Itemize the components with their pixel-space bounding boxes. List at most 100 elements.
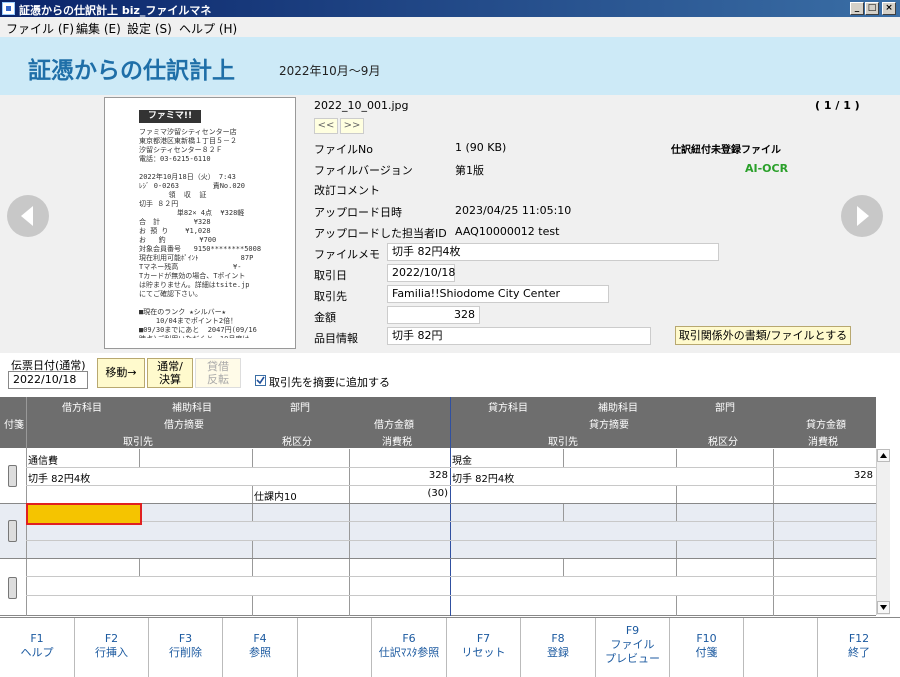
file-memo-label: ファイルメモ xyxy=(314,248,380,261)
window-title: 証憑からの仕訳計上 biz_ファイルマネ xyxy=(19,4,212,17)
arrow-left-icon xyxy=(21,206,33,226)
scroll-down-button[interactable] xyxy=(877,601,890,614)
function-key-bar: F1 ヘルプ F2 行挿入 F3 行削除 F4 参照 F6 仕訳ﾏｽﾀ参照 F7 リセット … xyxy=(0,617,900,677)
debit-tax-amount-cell[interactable]: (30) xyxy=(349,488,448,499)
partner-label: 取引先 xyxy=(314,290,347,303)
credit-tax-class-header: 税区分 xyxy=(708,437,738,448)
move-button[interactable]: 移動→ xyxy=(97,358,145,388)
page-header: 証憑からの仕訳計上 2022年10月～9月 xyxy=(0,37,900,95)
add-partner-label: 取引先を摘要に追加する xyxy=(269,376,390,389)
credit-account-header: 貸方科目 xyxy=(488,403,528,414)
credit-sub-account-header: 補助科目 xyxy=(598,403,638,414)
receipt-text: ファミマ汐留シティセンター店 東京都港区東新橋１丁目５－２ 汐留シティセンター８… xyxy=(139,128,262,338)
next-document-button[interactable] xyxy=(841,195,883,237)
link-status: 仕訳紐付未登録ファイル xyxy=(671,145,781,156)
reverse-entry-line1: 貸借 xyxy=(207,360,229,373)
menu-settings[interactable]: 設定 (S) xyxy=(127,20,172,37)
credit-account-cell[interactable]: 現金 xyxy=(452,452,472,467)
debit-partner-header: 取引先 xyxy=(123,437,153,448)
maximize-button[interactable]: □ xyxy=(865,2,879,15)
reverse-entry-line2: 反転 xyxy=(207,373,229,386)
item-info-label: 品目情報 xyxy=(314,332,358,345)
debit-memo-header: 借方摘要 xyxy=(164,420,204,431)
arrow-right-icon xyxy=(857,206,869,226)
minimize-button[interactable]: _ xyxy=(850,2,864,15)
normal-closing-line2: 決算 xyxy=(159,373,181,386)
f12-exit-button[interactable]: F12 終了 xyxy=(818,618,900,677)
f8-register-button[interactable]: F8 登録 xyxy=(521,618,596,677)
debit-account-cell[interactable]: 通信費 xyxy=(28,452,58,467)
receipt-image[interactable]: ファミマ!! ファミマ汐留シティセンター店 東京都港区東新橋１丁目５－２ 汐留シ… xyxy=(104,97,296,349)
upload-date-value: 2023/04/25 11:05:10 xyxy=(455,204,572,217)
normal-closing-button[interactable]: 通常/ 決算 xyxy=(147,358,193,388)
item-info-field[interactable]: 切手 82円 xyxy=(387,327,651,345)
f10-sticky-button[interactable]: F10 付箋 xyxy=(670,618,744,677)
ai-ocr-badge: AI-OCR xyxy=(745,162,789,175)
debit-account-header: 借方科目 xyxy=(62,403,102,414)
revision-comment-label: 改訂コメント xyxy=(314,184,380,197)
reverse-entry-button[interactable]: 貸借 反転 xyxy=(195,358,241,388)
f11-empty-button[interactable] xyxy=(744,618,818,677)
f7-reset-button[interactable]: F7 リセット xyxy=(447,618,521,677)
add-partner-checkbox[interactable] xyxy=(255,375,266,386)
debit-tax-class-cell[interactable]: 仕課内10 xyxy=(254,488,297,503)
amount-label: 金額 xyxy=(314,311,336,324)
f4-reference-button[interactable]: F4 参照 xyxy=(223,618,298,677)
f6-master-reference-button[interactable]: F6 仕訳ﾏｽﾀ参照 xyxy=(372,618,447,677)
arrow-up-icon xyxy=(880,453,887,458)
arrow-down-icon xyxy=(880,605,887,610)
prev-file-button[interactable]: << xyxy=(314,118,338,134)
f5-empty-button[interactable] xyxy=(298,618,372,677)
file-no-value: 1 (90 KB) xyxy=(455,141,507,154)
credit-amount-header: 貸方金額 xyxy=(806,420,846,431)
scroll-up-button[interactable] xyxy=(877,449,890,462)
menu-edit[interactable]: 編集 (E) xyxy=(76,20,121,37)
menu-help[interactable]: ヘルプ (H) xyxy=(179,20,237,37)
f1-help-button[interactable]: F1 ヘルプ xyxy=(0,618,75,677)
page-title: 証憑からの仕訳計上 xyxy=(28,58,235,84)
credit-amount-cell[interactable]: 328 xyxy=(773,470,873,481)
credit-memo-cell[interactable]: 切手 82円4枚 xyxy=(452,470,514,485)
sticky-column-header: 付箋 xyxy=(4,420,24,431)
file-version-value: 第1版 xyxy=(455,164,484,177)
selected-cell[interactable] xyxy=(26,503,142,525)
sticky-note-3[interactable] xyxy=(8,577,17,599)
grid-scrollbar[interactable] xyxy=(876,449,890,615)
title-bar: 証憑からの仕訳計上 biz_ファイルマネ _ □ × xyxy=(0,0,900,17)
debit-tax-class-header: 税区分 xyxy=(282,437,312,448)
close-button[interactable]: × xyxy=(882,2,896,15)
file-memo-field[interactable]: 切手 82円4枚 xyxy=(387,243,719,261)
uploader-label: アップロードした担当者ID xyxy=(314,227,447,240)
prev-document-button[interactable] xyxy=(7,195,49,237)
debit-sub-account-header: 補助科目 xyxy=(172,403,212,414)
debit-memo-cell[interactable]: 切手 82円4枚 xyxy=(28,470,90,485)
journal-grid-header: 付箋 借方科目 補助科目 部門 借方摘要 借方金額 取引先 税区分 消費税 貸方… xyxy=(0,397,876,448)
debit-amount-header: 借方金額 xyxy=(374,420,414,431)
debit-amount-cell[interactable]: 328 xyxy=(349,470,448,481)
sticky-note-1[interactable] xyxy=(8,465,17,487)
sticky-note-2[interactable] xyxy=(8,520,17,542)
next-file-button[interactable]: >> xyxy=(340,118,364,134)
exclude-file-button[interactable]: 取引関係外の書類/ファイルとする xyxy=(675,326,851,345)
normal-closing-line1: 通常/ xyxy=(157,360,183,373)
credit-tax-header: 消費税 xyxy=(808,437,838,448)
file-version-label: ファイルバージョン xyxy=(314,164,413,177)
f9-file-preview-button[interactable]: F9 ファイル プレビュー xyxy=(596,618,670,677)
partner-field[interactable]: Familia!!Shiodome City Center xyxy=(387,285,609,303)
app-icon xyxy=(2,2,15,15)
slip-date-field[interactable]: 2022/10/18 xyxy=(8,371,88,389)
menu-bar: ファイル (F) 編集 (E) 設定 (S) ヘルプ (H) xyxy=(0,17,900,37)
amount-field[interactable]: 328 xyxy=(387,306,480,324)
f3-delete-row-button[interactable]: F3 行削除 xyxy=(149,618,223,677)
file-no-label: ファイルNo xyxy=(314,143,373,156)
f2-insert-row-button[interactable]: F2 行挿入 xyxy=(75,618,149,677)
menu-file[interactable]: ファイル (F) xyxy=(6,20,74,37)
page-counter: ( 1 / 1 ) xyxy=(815,99,860,112)
uploader-value: AAQ10000012 test xyxy=(455,225,560,238)
debit-department-header: 部門 xyxy=(290,403,310,414)
transaction-date-field[interactable]: 2022/10/18 xyxy=(387,264,455,282)
credit-memo-header: 貸方摘要 xyxy=(589,420,629,431)
credit-partner-header: 取引先 xyxy=(548,437,578,448)
fiscal-period: 2022年10月～9月 xyxy=(279,64,381,78)
transaction-date-label: 取引日 xyxy=(314,269,347,282)
